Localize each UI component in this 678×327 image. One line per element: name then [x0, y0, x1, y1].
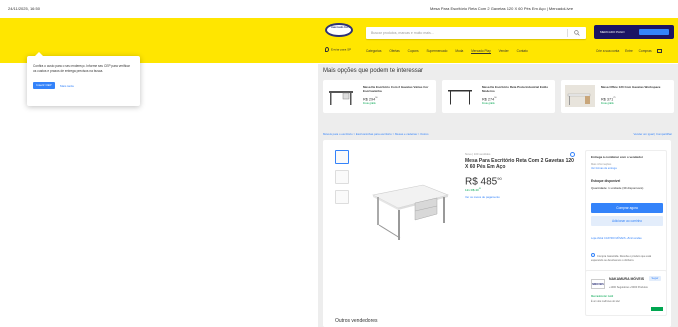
rec-desk-image — [448, 90, 472, 105]
nav-categorias[interactable]: Categorias — [366, 49, 381, 53]
nav-ofertas[interactable]: Ofertas — [389, 49, 399, 53]
recommendations-title: Mais opções que podem te interessar — [323, 68, 424, 74]
login-link[interactable]: Entre — [625, 49, 633, 53]
purchases-link[interactable]: Compras — [639, 49, 652, 53]
logo-text: mercado livre — [331, 25, 351, 29]
payment-methods-link[interactable]: Ver os meios de pagamento — [465, 195, 575, 199]
popup-caret — [35, 52, 43, 56]
reputation-bar — [651, 307, 663, 311]
rec-price: R$ 27490 — [482, 97, 497, 102]
store-desc: +1000 Seguidores +5000 Produtos — [609, 286, 648, 289]
main-nav: Categorias Ofertas Cupons Supermercado M… — [366, 49, 535, 54]
create-account-link[interactable]: Crie a sua conta — [596, 49, 619, 53]
shipping-sub: Mais informações — [591, 163, 612, 166]
sell-share-links[interactable]: Vender um igual | Compartilhar — [633, 132, 672, 136]
rec-price: R$ 37179 — [601, 97, 616, 102]
search-icon[interactable] — [574, 30, 580, 36]
rec-note: Frete grátis — [482, 102, 495, 105]
nav-contato[interactable]: Contato — [517, 49, 528, 53]
print-date: 24/11/2025, 16:50 — [8, 6, 40, 11]
cep-location[interactable]: Enviar para SP — [325, 47, 351, 52]
cep-label: Enviar para SP — [331, 47, 352, 52]
print-title: Mesa Para Escritório Reta Com 2 Gavetas … — [430, 6, 574, 11]
search-input[interactable]: Buscar produtos, marcas e muito mais… — [371, 31, 434, 35]
mercadolider-sub: É um dos melhores do site! — [591, 300, 620, 303]
rec-desk-image — [329, 91, 353, 105]
product-image[interactable] — [363, 160, 453, 250]
store-logo: NMOVEIS — [591, 279, 605, 289]
rec-name: Mesa De Escritório Com 2 Gavetas Várias … — [363, 85, 429, 93]
promo-banner[interactable]: MERCADO PAGO — [594, 25, 674, 39]
print-header: 24/11/2025, 16:50 Mesa Para Escritório R… — [0, 0, 678, 18]
favorite-heart-icon[interactable] — [570, 152, 575, 157]
buy-now-button[interactable]: Comprar agora — [591, 203, 663, 213]
account-links: Crie a sua conta Entre Compras — [596, 49, 667, 54]
nav-supermercado[interactable]: Supermercado — [427, 49, 448, 53]
product-info: Novo | 100 vendidos Mesa Para Escritório… — [465, 152, 575, 199]
rec-desk-image — [565, 85, 595, 107]
nav-vender[interactable]: Vender — [499, 49, 509, 53]
purchase-protection: Compra Garantida. Receba o produto que e… — [591, 253, 652, 262]
product-title: Mesa Para Escritório Reta Com 2 Gavetas … — [465, 158, 574, 170]
main-content: Mais opções que podem te interessar Mesa… — [318, 64, 678, 327]
thumbnail-list — [335, 150, 349, 210]
shipping-link[interactable]: Ver formas de entrega — [591, 167, 617, 170]
rec-name: Mesa De Escritório Reta Preta Industrial… — [482, 85, 549, 93]
thumbnail[interactable] — [335, 170, 349, 184]
stock-status: Estoque disponível — [591, 179, 621, 183]
mercado-livre-logo[interactable]: mercado livre — [325, 23, 353, 37]
breadcrumb[interactable]: Móveis para o escritório > Escrivaninhas… — [323, 132, 428, 136]
shield-check-icon — [591, 253, 595, 257]
nav-cupons[interactable]: Cupons — [408, 49, 419, 53]
rec-note: Frete grátis — [363, 102, 376, 105]
later-link[interactable]: Mais tarde — [60, 84, 74, 88]
seller-info[interactable]: Loja oficial CASTRO MÓVEIS +5mil vendas — [591, 237, 663, 241]
nav-moda[interactable]: Moda — [455, 49, 463, 53]
popup-message: Confira o custo para o seu endereço. Inf… — [33, 64, 130, 73]
cart-icon[interactable] — [657, 49, 663, 54]
product-condition: Novo | 100 vendidos — [465, 152, 491, 156]
shipping-info: Entrega à combinar com o vendedor — [591, 155, 644, 159]
add-to-cart-button[interactable]: Adicionar ao carrinho — [591, 216, 663, 226]
thumbnail[interactable] — [335, 190, 349, 204]
store-card[interactable]: NMOVEIS NAKAMURA MÓVEIS +1000 Seguidores… — [585, 270, 667, 316]
promo-pill — [639, 29, 669, 35]
rec-price: R$ 29490 — [363, 97, 378, 102]
rec-card[interactable]: Mesa De Escritório Com 2 Gavetas Várias … — [323, 80, 436, 113]
rec-card[interactable]: Mesa Office 120 Com Gavetas Workspace R$… — [561, 80, 674, 113]
store-name: NAKAMURA MÓVEIS — [609, 277, 645, 281]
insert-cep-button[interactable]: Inserir CEP — [33, 82, 55, 89]
product-price: R$ 48590 — [465, 176, 502, 188]
section-title: Outros vendedores — [335, 318, 378, 324]
thumbnail[interactable] — [335, 150, 349, 164]
location-pin-icon — [325, 47, 329, 52]
nav-mercado-play[interactable]: Mercado Play — [471, 49, 491, 54]
quantity-selector[interactable]: Quantidade: 1 unidade (39 disponíveis) — [591, 186, 643, 190]
follow-button[interactable]: Seguir — [649, 276, 661, 281]
promo-text: MERCADO PAGO — [600, 30, 625, 34]
mercadolider-badge: MercadoLíder Gold — [591, 295, 614, 298]
rec-note: Frete grátis — [601, 102, 614, 105]
rec-name: Mesa Office 120 Com Gavetas Workspace — [601, 85, 661, 89]
search-bar[interactable]: Buscar produtos, marcas e muito mais… — [366, 27, 586, 39]
cep-popup: Confira o custo para o seu endereço. Inf… — [27, 52, 140, 106]
installments: 12x R$ 4049 — [465, 188, 481, 193]
rec-card[interactable]: Mesa De Escritório Reta Preta Industrial… — [442, 80, 555, 113]
search-divider — [567, 29, 568, 37]
